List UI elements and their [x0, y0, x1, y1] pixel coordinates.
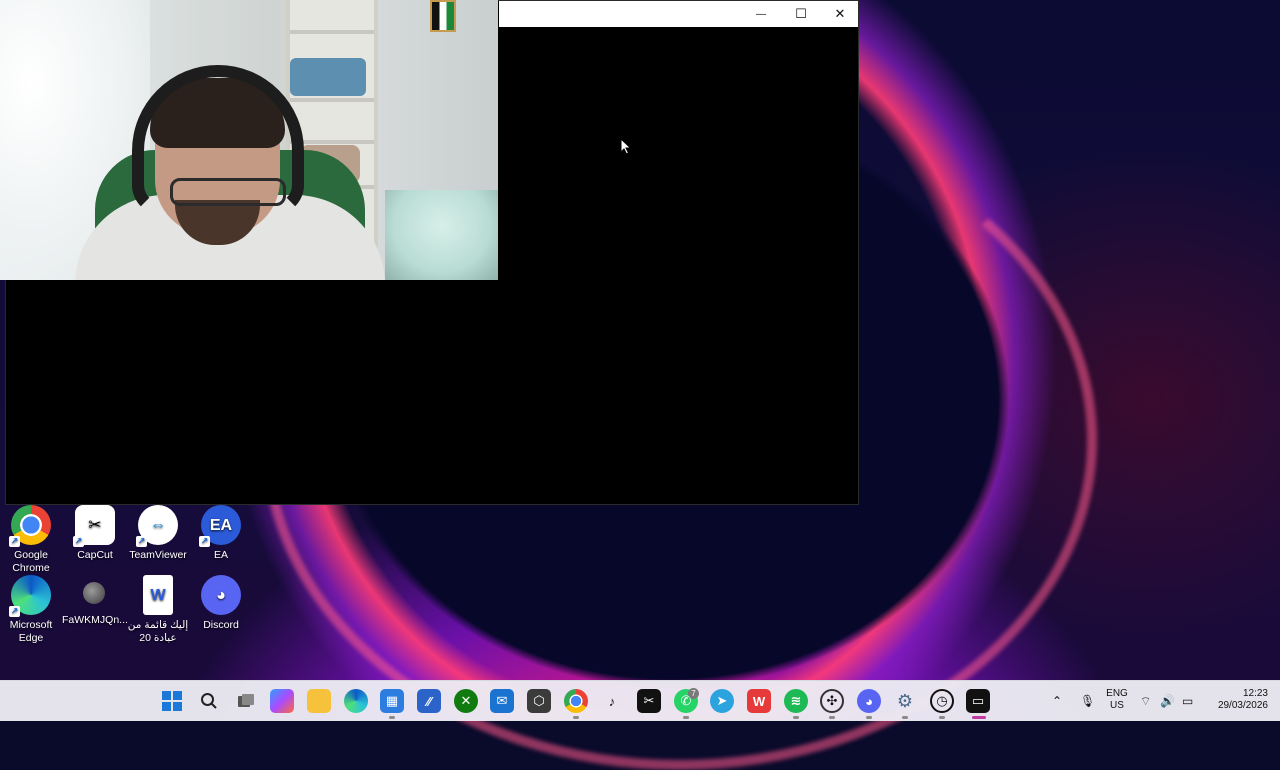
running-indicator — [683, 716, 689, 719]
xbox-icon[interactable]: ✕ — [454, 689, 478, 713]
wps-office-icon[interactable]: W — [747, 689, 771, 713]
desktop-icon-teamviewer[interactable]: ⇔ ↗ TeamViewer — [126, 505, 190, 562]
search-icon[interactable] — [197, 689, 221, 713]
minimize-button[interactable]: — — [741, 1, 781, 27]
copilot-icon[interactable] — [270, 689, 294, 713]
running-indicator — [793, 716, 799, 719]
desktop-icon-word-document[interactable]: W إليك قائمة من عبادة 20 — [124, 575, 192, 645]
webcam-flag-frame — [430, 0, 456, 32]
webcam-overlay — [0, 0, 498, 280]
desktop-icon-label: Microsoft Edge — [9, 619, 53, 644]
wifi-icon[interactable]: ⌔ — [1140, 681, 1151, 721]
webcam-headset — [132, 65, 304, 215]
microsoft-store-icon[interactable]: ▦ — [380, 689, 404, 713]
chatgpt-icon[interactable]: ✣ — [820, 689, 844, 713]
microphone-icon[interactable]: 🎙 — [1080, 681, 1095, 721]
battery-icon[interactable]: ▭ — [1182, 681, 1193, 721]
desktop-icon-label: CapCut — [77, 549, 113, 561]
running-indicator — [573, 716, 579, 719]
desktop-icon-discord[interactable]: ◕ Discord — [189, 575, 253, 632]
task-view-icon[interactable] — [234, 689, 258, 713]
desktop-icon-label: EA — [213, 549, 228, 561]
word-document-icon: W — [143, 575, 173, 615]
clock-app-icon[interactable]: ◷ — [930, 689, 954, 713]
edge-icon[interactable] — [344, 689, 368, 713]
language-code: ENG — [1106, 688, 1128, 699]
tiktok-icon[interactable]: ♪ — [600, 689, 624, 713]
start-icon[interactable] — [160, 689, 184, 713]
chrome-icon[interactable] — [564, 689, 588, 713]
file-explorer-icon[interactable] — [307, 689, 331, 713]
desktop-icon-label: إليك قائمة من عبادة 20 — [127, 619, 189, 644]
desktop-icon-capcut[interactable]: ✂ ↗ CapCut — [63, 505, 127, 562]
running-indicator — [829, 716, 835, 719]
globe-file-icon — [83, 582, 105, 604]
app-icon[interactable]: ⁄⁄ — [417, 689, 441, 713]
close-button[interactable]: ✕ — [820, 1, 860, 27]
whatsapp-badge: 7 — [688, 688, 699, 699]
clock-time: 12:23 — [1242, 688, 1268, 699]
clock-date: 29/03/2026 — [1217, 700, 1268, 711]
teamviewer-icon: ⇔ ↗ — [136, 505, 178, 547]
maximize-button[interactable]: ☐ — [781, 1, 821, 27]
volume-icon[interactable]: 🔊 — [1160, 681, 1175, 721]
unity-icon[interactable]: ⬡ — [527, 689, 551, 713]
telegram-icon[interactable]: ➤ — [710, 689, 734, 713]
shortcut-arrow-icon: ↗ — [9, 536, 20, 547]
chrome-icon: ↗ — [9, 505, 51, 547]
desktop-icon-label: TeamViewer — [129, 549, 187, 561]
desktop-icon-microsoft-edge[interactable]: ↗ Microsoft Edge — [0, 575, 63, 645]
spotify-icon[interactable]: ≋ — [784, 689, 808, 713]
settings-icon[interactable]: ⚙ — [893, 689, 917, 713]
shortcut-arrow-icon: ↗ — [199, 536, 210, 547]
desktop-icon-label: Discord — [203, 619, 239, 631]
running-indicator — [866, 716, 872, 719]
show-hidden-icons[interactable]: ⌃ — [1052, 681, 1062, 721]
mouse-cursor-icon — [620, 138, 632, 155]
edge-icon: ↗ — [9, 575, 51, 617]
system-clock[interactable]: 12:23 29/03/2026 — [1206, 688, 1268, 712]
shortcut-arrow-icon: ↗ — [73, 536, 84, 547]
capcut-icon[interactable]: ✂ — [637, 689, 661, 713]
outlook-icon[interactable]: ✉ — [490, 689, 514, 713]
desktop-icon-ea[interactable]: EA ↗ EA — [189, 505, 253, 562]
language-indicator[interactable]: ENG US — [1104, 688, 1130, 712]
desktop-icon-google-chrome[interactable]: ↗ Google Chrome — [0, 505, 63, 575]
discord-icon[interactable]: ◕ — [857, 689, 881, 713]
desktop-icon-label: FaWKMJQn... — [62, 614, 128, 626]
running-indicator — [902, 716, 908, 719]
ea-icon: EA ↗ — [199, 505, 241, 547]
running-indicator — [939, 716, 945, 719]
shortcut-arrow-icon: ↗ — [9, 606, 20, 617]
running-indicator — [389, 716, 395, 719]
discord-icon: ◕ — [201, 575, 241, 615]
capcut-icon: ✂ ↗ — [73, 505, 115, 547]
webcam-bed — [385, 190, 498, 280]
language-region: US — [1110, 700, 1124, 711]
taskbar: ▦ ⁄⁄ ✕ ✉ ⬡ ♪ ✂ ✆ 7 ➤ W ≋ ✣ ◕ ⚙ ◷ ▭ ⌃ 🎙 ⌔… — [0, 680, 1280, 721]
desktop-icon-label: Google Chrome — [12, 549, 50, 574]
desktop-icon-fawkmjqn[interactable]: FaWKMJQn... — [62, 580, 128, 627]
running-indicator — [972, 716, 986, 719]
terminal-icon[interactable]: ▭ — [966, 689, 990, 713]
console-title-bar[interactable]: — ☐ ✕ — [499, 1, 858, 27]
shortcut-arrow-icon: ↗ — [136, 536, 147, 547]
